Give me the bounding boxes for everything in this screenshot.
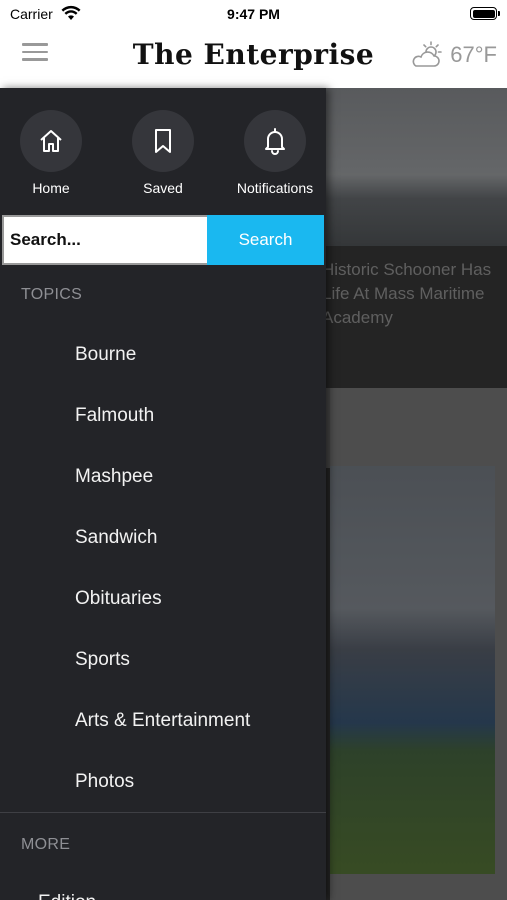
topics-heading: TOPICS: [21, 286, 83, 303]
home-icon: [20, 110, 82, 172]
topic-sports[interactable]: Sports: [75, 649, 130, 671]
status-bar: Carrier 9:47 PM: [0, 0, 507, 28]
weather-widget[interactable]: 67°F: [410, 40, 497, 70]
search-button[interactable]: Search: [207, 215, 324, 265]
more-item-edition[interactable]: Edition: [38, 892, 96, 900]
app-header: The Enterprise 67°F: [0, 28, 507, 88]
section-divider: [0, 812, 326, 813]
bookmark-icon: [132, 110, 194, 172]
topic-obituaries[interactable]: Obituaries: [75, 588, 162, 610]
topic-sandwich[interactable]: Sandwich: [75, 527, 157, 549]
partly-cloudy-icon: [412, 41, 443, 67]
home-label: Home: [32, 180, 70, 196]
more-heading: MORE: [21, 836, 71, 853]
notifications-link[interactable]: Notifications: [225, 110, 325, 196]
notifications-label: Notifications: [236, 180, 314, 196]
temperature: 67°F: [450, 42, 497, 67]
quick-links: Home Saved Notifications: [0, 110, 326, 200]
search-input[interactable]: [2, 215, 207, 265]
topic-mashpee[interactable]: Mashpee: [75, 466, 153, 488]
topic-falmouth[interactable]: Falmouth: [75, 405, 154, 427]
home-link[interactable]: Home: [1, 110, 101, 196]
side-drawer: Home Saved Notifications Search TOPICS B…: [0, 88, 326, 900]
saved-label: Saved: [143, 180, 183, 196]
search-bar: Search: [2, 215, 326, 265]
battery-icon: [470, 7, 500, 20]
clock: 9:47 PM: [227, 6, 280, 22]
topic-bourne[interactable]: Bourne: [75, 344, 136, 366]
topic-arts-entertainment[interactable]: Arts & Entertainment: [75, 710, 250, 732]
bell-icon: [244, 110, 306, 172]
saved-link[interactable]: Saved: [113, 110, 213, 196]
topic-photos[interactable]: Photos: [75, 771, 134, 793]
